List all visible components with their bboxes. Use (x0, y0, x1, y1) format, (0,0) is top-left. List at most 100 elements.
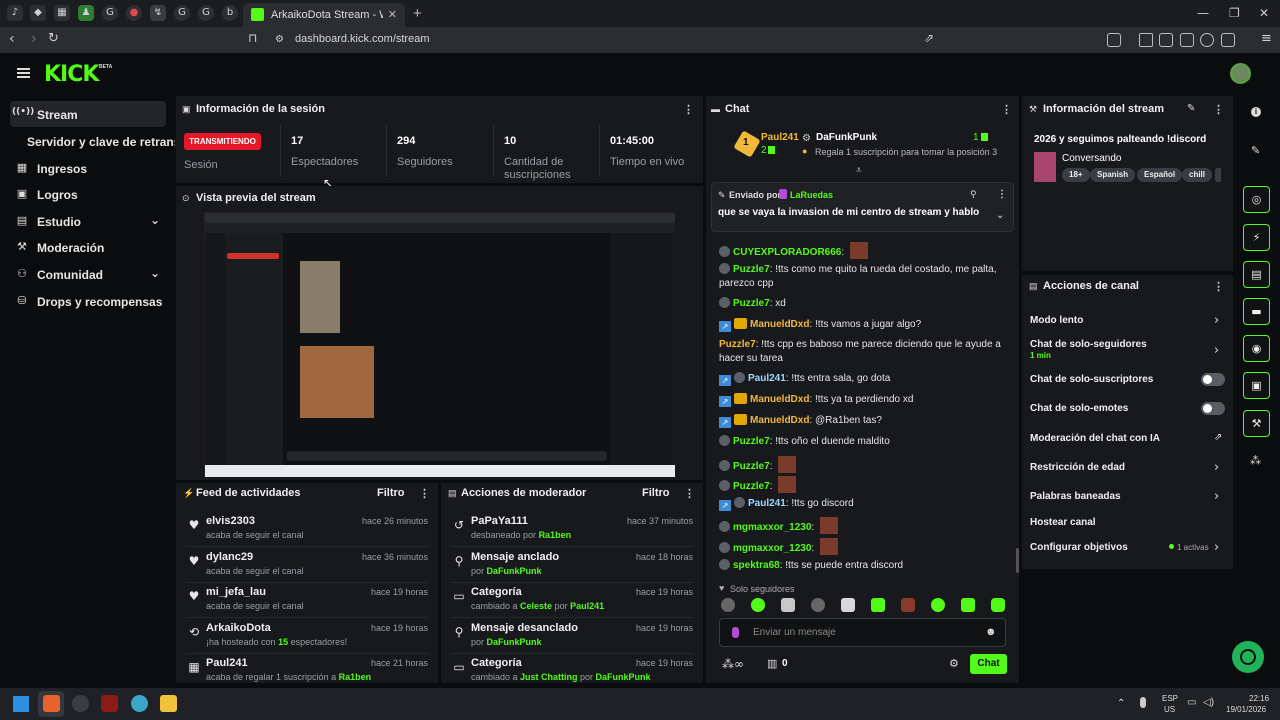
community-points-icon[interactable]: ⁂∞ (722, 657, 744, 671)
sidebar-item-moderation[interactable]: ⚒ Moderación (10, 234, 166, 260)
keyboard-language[interactable]: ESP (1162, 694, 1178, 703)
download-icon[interactable] (1139, 33, 1153, 47)
bookmark-icon[interactable]: ⊓ (248, 31, 257, 45)
url-field[interactable]: dashboard.kick.com/stream (295, 33, 430, 45)
chat-username[interactable]: Puzzle7 (733, 436, 770, 447)
detail-highlight[interactable]: Just Chatting (520, 672, 578, 682)
chat-username[interactable]: Puzzle7 (719, 339, 756, 350)
emote-image[interactable] (778, 456, 797, 473)
host-channel-action[interactable]: Hostear canal (1030, 517, 1096, 528)
list-item[interactable]: ♥ dylanc29 acaba de seguir el canal hace 36… (186, 549, 428, 583)
list-item[interactable]: ♥ elvis2303 acaba de seguir el canal hace 2… (186, 513, 428, 547)
microphone-tray-icon[interactable] (1140, 697, 1146, 708)
chat-username[interactable]: CUYEXPLORADOR666 (733, 247, 841, 258)
user-avatar[interactable] (1230, 63, 1251, 84)
rail-stream-button[interactable]: ◎ (1243, 186, 1270, 213)
chat-username[interactable]: Paul241 (748, 498, 786, 509)
subscribers-only-toggle[interactable] (1201, 373, 1225, 386)
chat-username[interactable]: Puzzle7 (733, 461, 770, 472)
rail-broadcast-button[interactable]: ◉ (1243, 335, 1270, 362)
list-item[interactable]: ▭ Categoría cambiado a Celeste por Paul241… (451, 584, 693, 618)
chevron-right-icon[interactable]: › (1214, 489, 1219, 504)
item-name[interactable]: Categoría (471, 586, 522, 598)
unpin-icon[interactable]: ⚲ (970, 189, 977, 200)
tab-icon[interactable]: ▦ (54, 5, 70, 21)
chat-message[interactable]: mgmaxxor_1230: (719, 517, 1009, 535)
emote-icon[interactable] (781, 598, 795, 612)
brave-browser-icon[interactable] (43, 695, 60, 712)
clock-time[interactable]: 22:16 (1249, 694, 1269, 703)
network-icon[interactable]: ▭ (1187, 697, 1196, 708)
item-name[interactable]: Mensaje desanclado (471, 622, 578, 634)
category-thumbnail[interactable] (1034, 152, 1056, 182)
tag[interactable]: chill (1182, 168, 1213, 182)
emote-image[interactable] (819, 538, 838, 555)
chat-message[interactable]: Puzzle7: !tts oño el duende maldito (719, 435, 1009, 449)
rail-tools-button[interactable]: ⚒ (1243, 410, 1270, 437)
split-view-icon[interactable] (1159, 33, 1173, 47)
chat-message[interactable]: mgmaxxor_1230: (719, 538, 1009, 556)
vpn-icon[interactable] (1200, 33, 1214, 47)
emote-image[interactable] (849, 242, 868, 259)
chevron-right-icon[interactable]: › (1214, 460, 1219, 475)
emote-image[interactable] (778, 476, 797, 493)
emote-icon[interactable] (991, 598, 1005, 612)
more-options-icon[interactable]: ⋮ (1213, 103, 1224, 116)
rail-chat-button[interactable]: ▬ (1243, 298, 1270, 325)
detail-highlight[interactable]: Paul241 (570, 601, 604, 611)
chat-input-box[interactable]: Enviar un mensaje ☻ (719, 618, 1006, 647)
more-options-icon[interactable]: ⋮ (684, 487, 695, 500)
chevron-right-icon[interactable]: › (1214, 343, 1219, 358)
list-item[interactable]: ⚲ Mensaje desanclado por DaFunkPunk hace 19… (451, 620, 693, 654)
list-item[interactable]: ▦ Paul241 acaba de regalar 1 suscripción a… (186, 655, 428, 689)
list-item[interactable]: ⟲ ArkaikoDota ¡ha hosteado con 15 espectad… (186, 620, 428, 654)
kick-logo[interactable]: KICK (44, 62, 99, 87)
chevron-right-icon[interactable]: › (1214, 313, 1219, 328)
second-gifter-name[interactable]: DaFunkPunk (816, 132, 877, 143)
emote-icon[interactable] (751, 598, 765, 612)
tag[interactable]: Spanish (1090, 168, 1136, 182)
info-icon[interactable]: i (1251, 107, 1261, 117)
emote-icon[interactable] (871, 598, 885, 612)
google-tab-icon[interactable]: G (102, 5, 118, 21)
chat-username[interactable]: Paul241 (748, 373, 786, 384)
chat-username[interactable]: Puzzle7 (733, 481, 770, 492)
sidebar-toggle-icon[interactable] (1107, 33, 1121, 47)
app-icon[interactable] (131, 695, 148, 712)
site-info-icon[interactable]: ⚙ (275, 34, 284, 45)
tab-icon[interactable]: ♟ (78, 5, 94, 21)
banned-words-action[interactable]: Palabras baneadas (1030, 491, 1121, 502)
detail-highlight[interactable]: 15 (278, 637, 288, 647)
chat-message[interactable]: ↗ Paul241: !tts entra sala, go dota (719, 372, 1009, 386)
item-name[interactable]: dylanc29 (206, 551, 253, 563)
tab-icon[interactable]: ◆ (30, 5, 46, 21)
sidebar-item-drops[interactable]: ⛁ Drops y recompensas (10, 288, 166, 314)
configure-goals-action[interactable]: Configurar objetivos (1030, 542, 1128, 553)
sidebar-item-community[interactable]: ⚇ Comunidad ⌄ (10, 261, 166, 287)
slow-mode-action[interactable]: Modo lento (1030, 315, 1083, 326)
chat-message[interactable]: CUYEXPLORADOR666: (719, 242, 1009, 260)
chat-username[interactable]: spektra68 (733, 560, 780, 571)
windows-start-icon[interactable] (13, 696, 29, 712)
clock-date[interactable]: 19/01/2026 (1226, 705, 1266, 714)
menu-icon[interactable]: ≡ (1261, 31, 1272, 46)
sidebar-item-studio[interactable]: ▤ Estudio ⌄ (10, 208, 166, 234)
emoji-icon[interactable]: ☻ (985, 626, 997, 638)
detail-highlight[interactable]: DaFunkPunk (596, 672, 651, 682)
list-item[interactable]: ⚲ Mensaje anclado por DaFunkPunk hace 18 ho… (451, 549, 693, 583)
chat-message[interactable]: ↗ Paul241: !tts go discord (719, 497, 1009, 511)
detail-highlight[interactable]: DaFunkPunk (487, 566, 542, 576)
followers-only-action[interactable]: Chat de solo-seguidores (1030, 339, 1147, 350)
emote-icon[interactable] (811, 598, 825, 612)
chat-message[interactable]: Puzzle7: xd (719, 297, 1009, 311)
detail-highlight[interactable]: Ra1ben (539, 530, 572, 540)
close-window-button[interactable]: ✕ (1259, 6, 1269, 20)
chat-username[interactable]: mgmaxxor_1230 (733, 543, 811, 554)
list-item[interactable]: ♥ mi_jefa_lau acaba de seguir el canal hace… (186, 584, 428, 618)
chat-message[interactable]: Puzzle7: !tts como me quito la rueda del… (719, 263, 1009, 291)
more-options-icon[interactable]: ⋮ (683, 103, 694, 116)
detail-highlight[interactable]: Celeste (520, 601, 552, 611)
app-icon[interactable] (72, 695, 89, 712)
record-tab-icon[interactable]: ● (126, 5, 142, 21)
extensions-icon[interactable] (1221, 33, 1235, 47)
